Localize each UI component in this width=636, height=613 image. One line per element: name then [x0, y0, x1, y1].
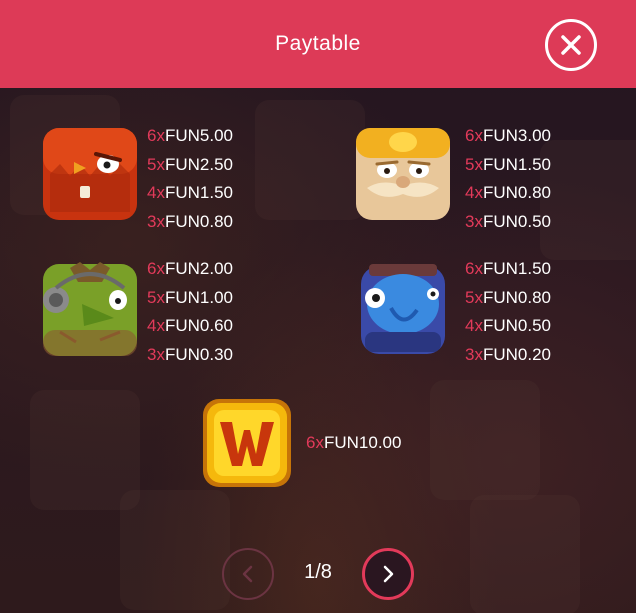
- background-totem: [470, 495, 580, 613]
- next-page-button[interactable]: [362, 548, 414, 600]
- pay-row: 4xFUN1.50: [147, 179, 277, 208]
- page-title: Paytable: [275, 32, 361, 55]
- pay-amount: FUN0.80: [482, 183, 551, 202]
- chevron-right-icon: [383, 565, 394, 583]
- pay-row: 5xFUN1.50: [465, 151, 595, 180]
- pay-amount: FUN2.00: [164, 259, 233, 278]
- pay-count: 5x: [465, 287, 483, 307]
- pay-row: 6xFUN5.00: [147, 122, 277, 151]
- pay-count: 5x: [147, 154, 165, 174]
- pay-count: 5x: [465, 154, 483, 174]
- pay-row: 5xFUN0.80: [465, 284, 595, 313]
- pay-amount: FUN0.50: [482, 316, 551, 335]
- pay-count: 6x: [465, 259, 483, 278]
- pay-count: 6x: [147, 259, 165, 278]
- pay-row: 6xFUN2.00: [147, 255, 277, 284]
- pay-count: 5x: [147, 287, 165, 307]
- wild-paylist: 6xFUN10.00: [306, 429, 456, 458]
- pay-row: 6xFUN3.00: [465, 122, 595, 151]
- gold-mustache-paylist: 6xFUN3.00 5xFUN1.50 4xFUN0.80 3xFUN0.50: [465, 122, 595, 236]
- pay-amount: FUN5.00: [164, 126, 233, 145]
- pay-count: 3x: [465, 344, 483, 364]
- pay-row: 6xFUN1.50: [465, 255, 595, 284]
- pay-count: 6x: [306, 433, 324, 452]
- pay-amount: FUN0.50: [482, 211, 551, 231]
- pay-count: 3x: [147, 344, 165, 364]
- pay-row: 3xFUN0.50: [465, 208, 595, 237]
- pay-amount: FUN10.00: [323, 433, 402, 452]
- pay-amount: FUN1.50: [482, 259, 551, 278]
- pay-amount: FUN0.60: [164, 316, 233, 335]
- blue-creature-paylist: 6xFUN1.50 5xFUN0.80 4xFUN0.50 3xFUN0.20: [465, 255, 595, 369]
- pay-amount: FUN3.00: [482, 126, 551, 145]
- pay-count: 4x: [465, 316, 483, 335]
- background-totem: [30, 390, 140, 510]
- pay-amount: FUN2.50: [164, 154, 233, 174]
- previous-page-button[interactable]: [222, 548, 274, 600]
- close-icon: [561, 35, 581, 55]
- pay-count: 3x: [465, 211, 483, 231]
- pay-row: 6xFUN10.00: [306, 429, 456, 458]
- chevron-left-icon: [242, 565, 253, 583]
- pay-amount: FUN1.00: [164, 287, 233, 307]
- green-headphones-paylist: 6xFUN2.00 5xFUN1.00 4xFUN0.60 3xFUN0.30: [147, 255, 277, 369]
- pay-amount: FUN0.80: [482, 287, 551, 307]
- pay-amount: FUN0.30: [164, 344, 233, 364]
- blue-creature-symbol-icon: [353, 260, 453, 360]
- pay-row: 4xFUN0.60: [147, 312, 277, 341]
- pay-row: 5xFUN1.00: [147, 284, 277, 313]
- pay-count: 6x: [465, 126, 483, 145]
- pay-count: 6x: [147, 126, 165, 145]
- pay-row: 3xFUN0.20: [465, 341, 595, 370]
- red-owl-symbol-icon: [40, 124, 140, 224]
- red-owl-paylist: 6xFUN5.00 5xFUN2.50 4xFUN1.50 3xFUN0.80: [147, 122, 277, 236]
- green-headphones-symbol-icon: [40, 260, 140, 360]
- pay-row: 4xFUN0.50: [465, 312, 595, 341]
- pay-row: 3xFUN0.30: [147, 341, 277, 370]
- pay-count: 4x: [147, 183, 165, 202]
- close-button[interactable]: [545, 19, 597, 71]
- page-indicator: 1/8: [304, 561, 332, 583]
- pay-count: 4x: [465, 183, 483, 202]
- pay-row: 5xFUN2.50: [147, 151, 277, 180]
- pay-amount: FUN1.50: [482, 154, 551, 174]
- pay-row: 3xFUN0.80: [147, 208, 277, 237]
- paytable-header: Paytable: [0, 0, 636, 88]
- wild-symbol-icon: [200, 396, 294, 490]
- pay-count: 4x: [147, 316, 165, 335]
- background-totem: [120, 490, 230, 610]
- pay-row: 4xFUN0.80: [465, 179, 595, 208]
- gold-mustache-symbol-icon: [353, 124, 453, 224]
- pay-amount: FUN0.20: [482, 344, 551, 364]
- pay-amount: FUN1.50: [164, 183, 233, 202]
- pay-count: 3x: [147, 211, 165, 231]
- pay-amount: FUN0.80: [164, 211, 233, 231]
